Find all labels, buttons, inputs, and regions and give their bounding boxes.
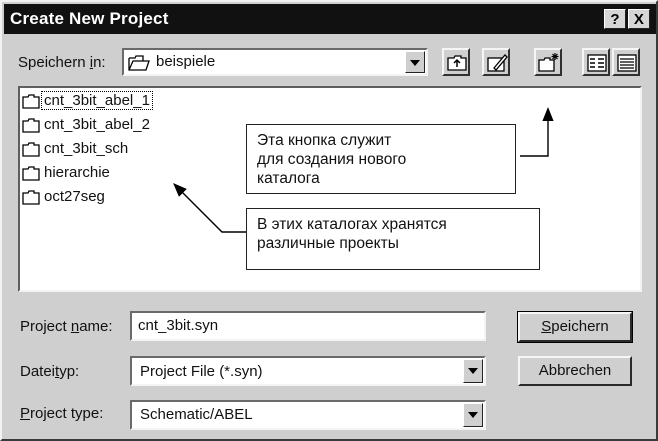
project-type-dropdown-button[interactable]: [463, 403, 483, 427]
details-view-icon: [617, 54, 637, 72]
open-folder-icon: [128, 55, 150, 71]
up-folder-icon: [447, 55, 467, 71]
save-in-dropdown-button[interactable]: [405, 51, 425, 73]
create-project-dialog: Create New Project ? X Speichern in: bei…: [0, 0, 658, 441]
dialog-title: Create New Project: [10, 9, 169, 28]
save-in-combobox[interactable]: beispiele: [122, 48, 428, 76]
project-name-label: Project name:: [20, 318, 113, 335]
save-in-label: Speichern in:: [18, 54, 106, 71]
cancel-button[interactable]: Abbrechen: [518, 356, 632, 386]
arrow-to-folder-list: [173, 183, 246, 233]
folder-list[interactable]: cnt_3bit_abel_1 cnt_3bit_abel_2 cnt_3bit…: [18, 86, 642, 292]
details-view-button[interactable]: [612, 48, 640, 76]
project-name-value: cnt_3bit.syn: [138, 317, 219, 334]
title-bar: Create New Project ? X: [4, 4, 656, 34]
project-name-input[interactable]: cnt_3bit.syn: [130, 311, 486, 341]
file-type-label: Dateityp:: [20, 363, 80, 380]
help-button[interactable]: ?: [604, 9, 626, 29]
new-folder-icon: [538, 53, 559, 72]
create-new-folder-button[interactable]: [534, 48, 562, 76]
file-type-value: Project File (*.syn): [140, 363, 263, 380]
up-one-level-button[interactable]: [442, 48, 470, 76]
file-type-select[interactable]: Project File (*.syn): [130, 356, 486, 386]
edit-folder-button[interactable]: [482, 48, 510, 76]
edit-folder-icon: [487, 54, 508, 72]
file-type-dropdown-button[interactable]: [463, 359, 483, 383]
save-button[interactable]: Speichern: [517, 311, 633, 343]
project-type-select[interactable]: Schematic/ABEL: [130, 400, 486, 430]
save-in-value: beispiele: [156, 53, 216, 70]
annotation-arrows: [173, 107, 554, 233]
arrow-to-new-folder-button: [520, 107, 554, 157]
project-type-label: Project type:: [20, 405, 104, 422]
close-button[interactable]: X: [628, 9, 650, 29]
list-view-button[interactable]: [582, 48, 610, 76]
list-view-icon: [587, 54, 607, 72]
project-type-value: Schematic/ABEL: [140, 406, 253, 423]
